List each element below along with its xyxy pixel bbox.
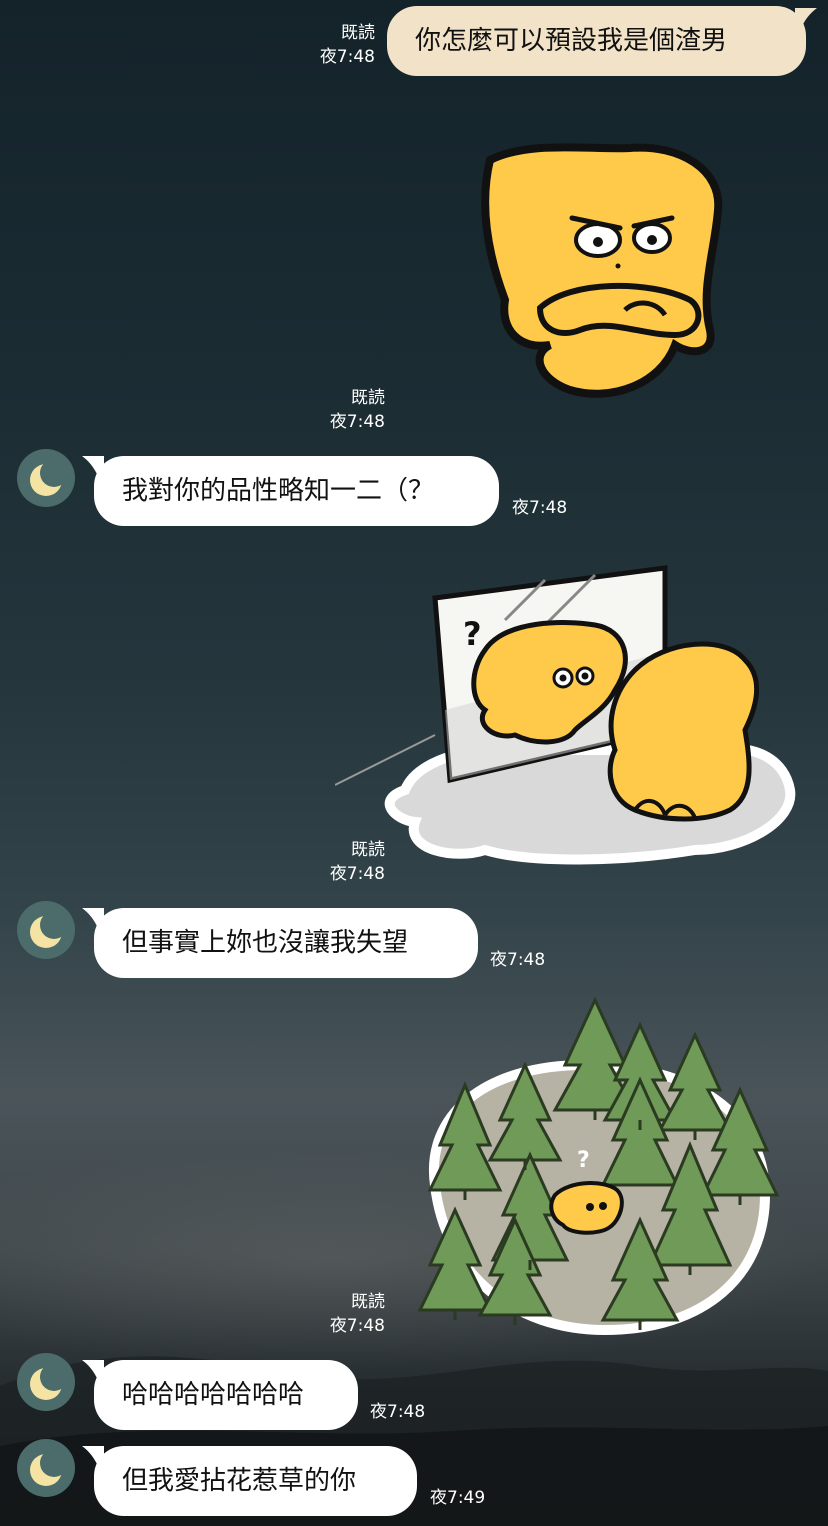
contact-avatar[interactable] <box>17 901 75 959</box>
question-mark-glyph: ? <box>577 1148 590 1173</box>
contact-avatar[interactable] <box>17 1353 75 1411</box>
crescent-moon-icon <box>30 459 68 496</box>
read-receipt: 既読 <box>351 1292 385 1312</box>
message-time: 夜7:48 <box>512 498 568 518</box>
contact-avatar[interactable] <box>17 449 75 507</box>
crescent-moon-icon <box>30 1363 68 1400</box>
message-time: 夜7:48 <box>490 950 546 970</box>
message-bubble-incoming[interactable]: 我對你的品性略知一二（？ <box>94 456 499 526</box>
message-time: 夜7:48 <box>329 864 385 884</box>
crescent-moon-icon <box>30 911 68 948</box>
yellow-blob-arms-crossed-sticker[interactable] <box>460 140 730 410</box>
yellow-blob-window-question-sticker[interactable]: ? <box>335 560 805 870</box>
message-time: 夜7:48 <box>319 47 375 67</box>
crescent-moon-icon <box>30 1449 68 1486</box>
message-bubble-incoming[interactable]: 但事實上妳也沒讓我失望 <box>94 908 478 978</box>
message-bubble-incoming[interactable]: 哈哈哈哈哈哈哈 <box>94 1360 358 1430</box>
yellow-blob-in-forest-sticker[interactable]: ? <box>405 995 790 1340</box>
message-time: 夜7:48 <box>370 1402 426 1422</box>
bubble-tail <box>795 8 817 28</box>
read-receipt: 既読 <box>341 23 375 43</box>
read-receipt: 既読 <box>351 388 385 408</box>
question-mark-glyph: ? <box>463 615 482 653</box>
message-bubble-incoming[interactable]: 但我愛拈花惹草的你 <box>94 1446 417 1516</box>
message-time: 夜7:48 <box>329 1316 385 1336</box>
message-bubble-outgoing[interactable]: 你怎麼可以預設我是個渣男 <box>387 6 806 76</box>
message-time: 夜7:49 <box>430 1488 486 1508</box>
read-receipt: 既読 <box>351 840 385 860</box>
message-time: 夜7:48 <box>329 412 385 432</box>
contact-avatar[interactable] <box>17 1439 75 1497</box>
